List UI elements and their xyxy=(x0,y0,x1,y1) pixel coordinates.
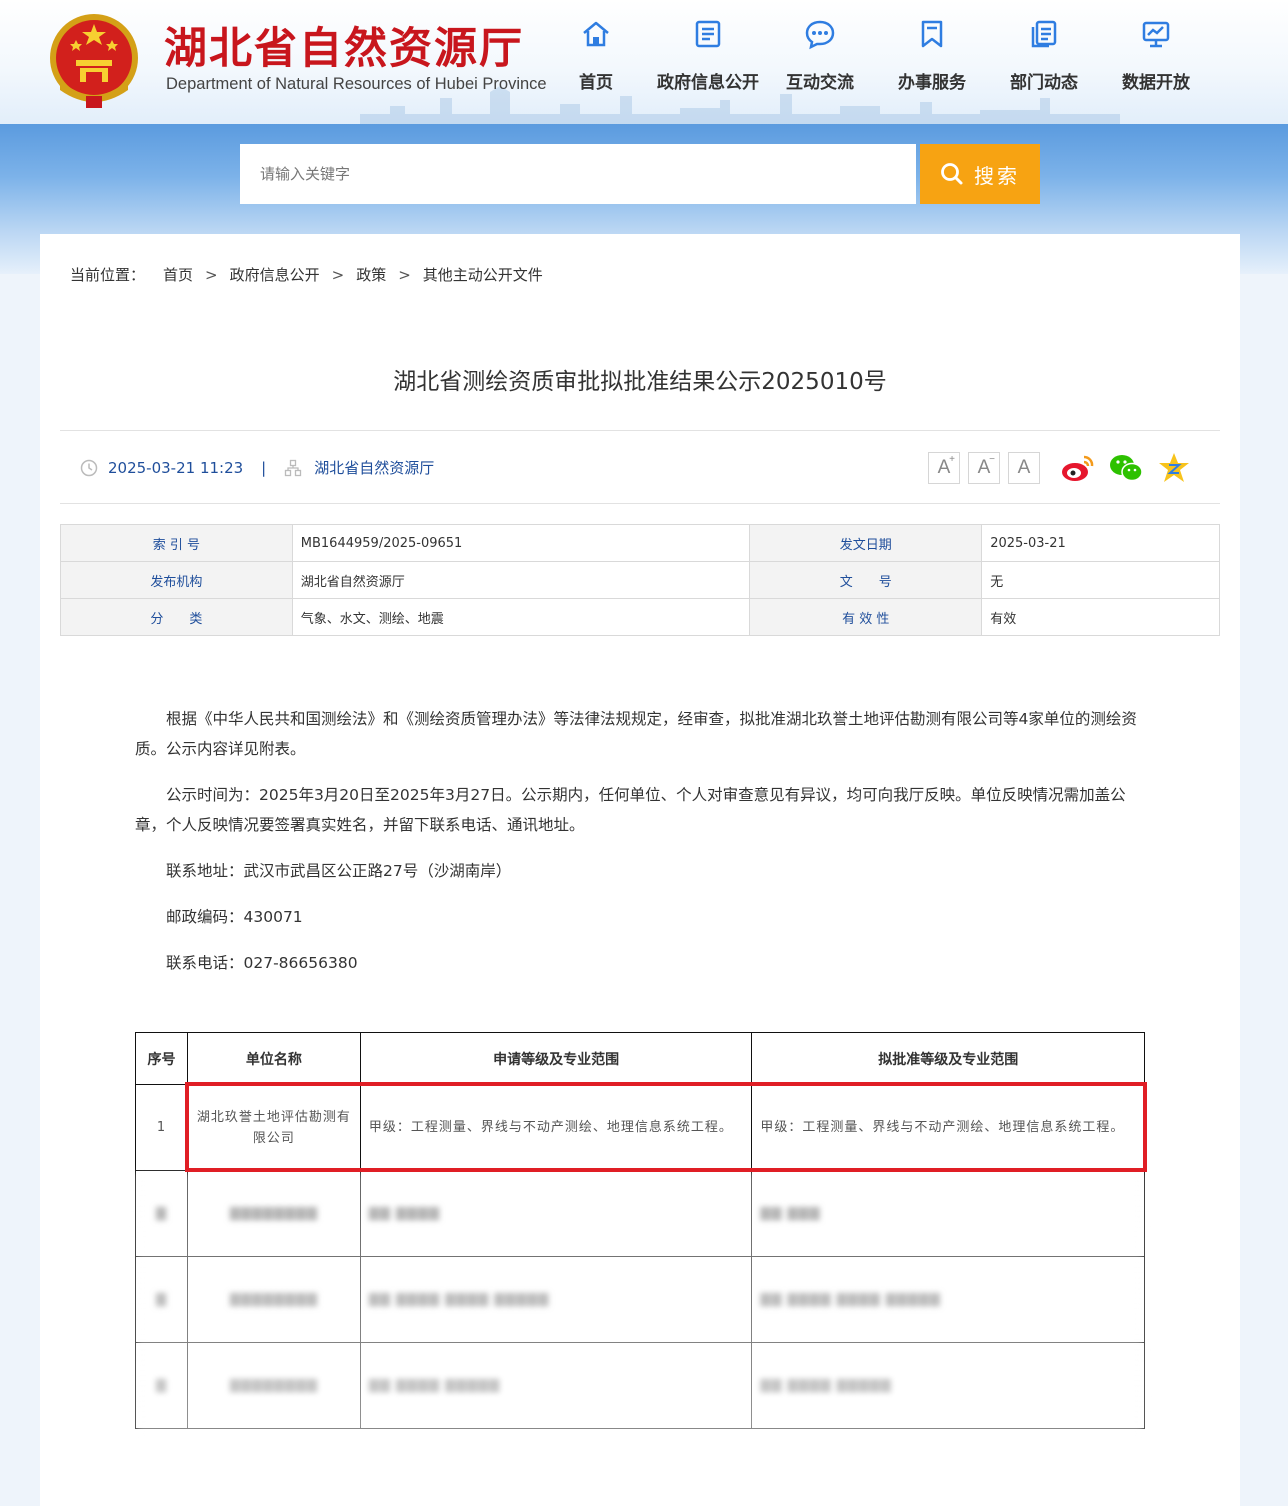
article-tools: A + A − A xyxy=(928,451,1192,485)
search-icon xyxy=(941,163,963,185)
home-icon xyxy=(583,21,609,47)
data-screen-icon xyxy=(1142,21,1170,48)
article-meta: 2025-03-21 11:23 | 湖北省自然资源厅 xyxy=(80,457,434,478)
unit-name: 湖北玖誉土地评估勘测有限公司 xyxy=(186,1084,361,1171)
content-card: 当前位置： 首页 > 政府信息公开 > 政策 > 其他主动公开文件 湖北省测绘资… xyxy=(40,234,1240,1506)
breadcrumb-home[interactable]: 首页 xyxy=(163,264,193,285)
info-key: 有 效 性 xyxy=(749,598,983,636)
info-value: 无 xyxy=(981,561,1220,599)
bookmark-icon xyxy=(921,20,943,48)
contact-phone: 联系电话：027-86656380 xyxy=(166,954,358,972)
article-publisher: 湖北省自然资源厅 xyxy=(314,459,435,477)
breadcrumb-policy[interactable]: 政策 xyxy=(356,264,386,285)
nav-item-home[interactable]: 首页 xyxy=(540,18,652,108)
info-key: 文 号 xyxy=(749,561,983,599)
search-button-label: 搜索 xyxy=(974,163,1020,188)
blur-overlay xyxy=(135,1172,1145,1434)
nav-label: 互动交流 xyxy=(786,73,854,93)
breadcrumb-separator: > xyxy=(205,265,218,284)
site-header: 湖北省自然资源厅 Department of Natural Resources… xyxy=(0,0,1288,124)
organization-icon xyxy=(285,459,302,476)
applied-scope: 甲级：工程测量、界线与不动产测绘、地理信息系统工程。 xyxy=(359,1084,753,1171)
table-row: 1 湖北玖誉土地评估勘测有限公司 甲级：工程测量、界线与不动产测绘、地理信息系统… xyxy=(135,1084,1145,1171)
pages-icon xyxy=(1031,20,1057,48)
site-title: 湖北省自然资源厅 xyxy=(164,24,524,74)
body-paragraph: 公示时间为：2025年3月20日至2025年3月27日。公示期内，任何单位、个人… xyxy=(135,786,1126,834)
contact-postcode: 邮政编码：430071 xyxy=(166,908,303,926)
nav-item-department-news[interactable]: 部门动态 xyxy=(988,18,1100,108)
info-key: 分 类 xyxy=(60,598,293,636)
font-reset-button[interactable]: A xyxy=(1008,452,1040,484)
article-meta-bar: 2025-03-21 11:23 | 湖北省自然资源厅 A + A − A xyxy=(60,430,1220,504)
info-key: 索 引 号 xyxy=(60,524,293,562)
info-value: 湖北省自然资源厅 xyxy=(291,561,751,599)
nav-label: 部门动态 xyxy=(1010,73,1078,93)
info-value: MB1644959/2025-09651 xyxy=(291,524,751,562)
nav-label: 政府信息公开 xyxy=(657,73,759,93)
info-value: 有效 xyxy=(981,598,1220,636)
approved-scope: 甲级：工程测量、界线与不动产测绘、地理信息系统工程。 xyxy=(751,1084,1145,1171)
info-value: 气象、水文、测绘、地震 xyxy=(291,598,751,636)
breadcrumb-lead: 当前位置： xyxy=(70,266,146,284)
nav-label: 办事服务 xyxy=(898,73,966,93)
column-header: 序号 xyxy=(135,1032,188,1085)
search-input[interactable] xyxy=(240,144,916,204)
nav-label: 首页 xyxy=(579,73,613,93)
column-header: 申请等级及专业范围 xyxy=(359,1032,753,1085)
nav-item-gov-info[interactable]: 政府信息公开 xyxy=(652,18,764,108)
row-number: 1 xyxy=(135,1084,188,1171)
weibo-icon[interactable] xyxy=(1060,451,1096,485)
breadcrumb-other-files[interactable]: 其他主动公开文件 xyxy=(423,264,543,285)
info-key: 发布机构 xyxy=(60,561,293,599)
clock-icon xyxy=(80,459,98,476)
breadcrumb: 当前位置： 首页 > 政府信息公开 > 政策 > 其他主动公开文件 xyxy=(70,264,543,285)
main-nav: 首页 政府信息公开 互动交流 办事服务 部门动态 数据开放 xyxy=(540,18,1212,108)
table-header-row: 序号 单位名称 申请等级及专业范围 拟批准等级及专业范围 xyxy=(135,1032,1145,1085)
body-paragraph: 根据《中华人民共和国测绘法》和《测绘资质管理办法》等法律法规规定，经审查，拟批准… xyxy=(135,710,1137,758)
breadcrumb-separator: > xyxy=(398,265,411,284)
info-key: 发文日期 xyxy=(749,524,983,562)
wechat-icon[interactable] xyxy=(1108,451,1144,485)
document-info-table: 索 引 号 MB1644959/2025-09651 发文日期 2025-03-… xyxy=(60,524,1220,636)
column-header: 拟批准等级及专业范围 xyxy=(751,1032,1145,1085)
font-decrease-button[interactable]: A − xyxy=(968,452,1000,484)
chat-icon xyxy=(805,20,835,50)
info-value: 2025-03-21 xyxy=(981,524,1220,562)
nav-label: 数据开放 xyxy=(1122,73,1190,93)
breadcrumb-separator: > xyxy=(331,265,345,284)
meta-divider: | xyxy=(261,458,267,477)
info-row: 分 类 气象、水文、测绘、地震 有 效 性 有效 xyxy=(60,598,1220,636)
nav-item-interaction[interactable]: 互动交流 xyxy=(764,18,876,108)
site-subtitle: Department of Natural Resources of Hubei… xyxy=(166,75,547,93)
font-increase-button[interactable]: A + xyxy=(928,452,960,484)
article-datetime: 2025-03-21 11:23 xyxy=(108,458,244,477)
breadcrumb-gov-info[interactable]: 政府信息公开 xyxy=(230,264,320,285)
search-button[interactable]: 搜索 xyxy=(920,144,1040,204)
nav-item-services[interactable]: 办事服务 xyxy=(876,18,988,108)
document-icon xyxy=(695,20,721,48)
qzone-icon[interactable] xyxy=(1156,451,1192,485)
column-header: 单位名称 xyxy=(186,1032,361,1085)
article-title: 湖北省测绘资质审批拟批准结果公示2025010号 xyxy=(393,369,887,395)
national-emblem-logo xyxy=(50,14,138,108)
nav-item-open-data[interactable]: 数据开放 xyxy=(1100,18,1212,108)
info-row: 发布机构 湖北省自然资源厅 文 号 无 xyxy=(60,561,1220,599)
info-row: 索 引 号 MB1644959/2025-09651 发文日期 2025-03-… xyxy=(60,524,1220,562)
contact-address: 联系地址：武汉市武昌区公正路27号（沙湖南岸） xyxy=(166,862,512,880)
article-body: 根据《中华人民共和国测绘法》和《测绘资质管理办法》等法律法规规定，经审查，拟批准… xyxy=(135,704,1147,994)
